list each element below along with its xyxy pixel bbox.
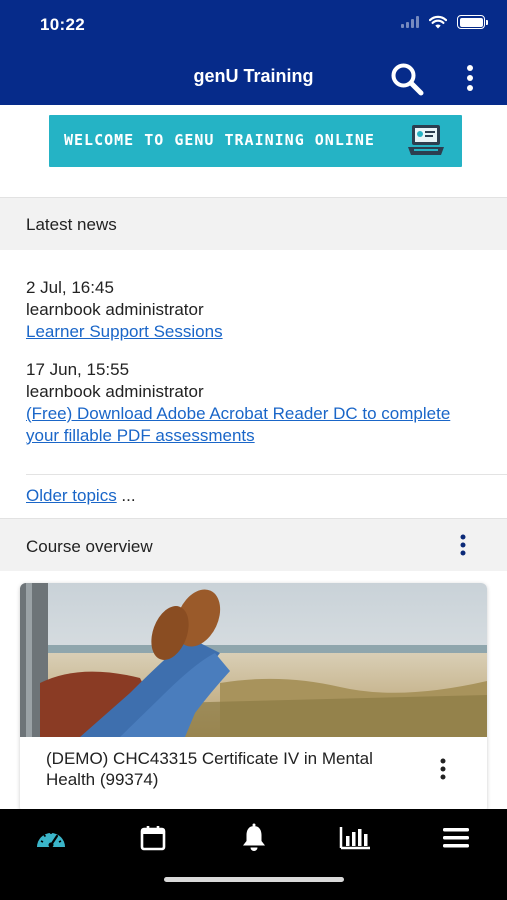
dashboard-icon xyxy=(37,832,65,848)
bottom-nav xyxy=(0,809,507,900)
signal-icon xyxy=(401,16,419,28)
latest-news-header: Latest news xyxy=(0,197,507,250)
kebab-menu-icon xyxy=(467,65,473,91)
nav-notifications[interactable] xyxy=(234,823,274,853)
latest-news-title: Latest news xyxy=(26,215,117,234)
laptop-icon xyxy=(408,125,444,155)
course-image xyxy=(20,583,487,737)
menu-icon xyxy=(443,828,469,848)
status-icons xyxy=(401,15,488,29)
more-options-button[interactable] xyxy=(458,62,482,94)
wifi-icon xyxy=(429,15,447,29)
older-topics: Older topics ... xyxy=(26,486,136,506)
news-date: 17 Jun, 15:55 xyxy=(26,360,130,379)
welcome-banner: WELCOME TO GENU TRAINING ONLINE xyxy=(49,115,462,167)
news-author: learnbook administrator xyxy=(26,300,204,319)
nav-calendar[interactable] xyxy=(133,823,173,853)
news-item: 17 Jun, 15:55 learnbook administrator (F… xyxy=(26,359,476,447)
search-button[interactable] xyxy=(388,60,426,98)
news-date: 2 Jul, 16:45 xyxy=(26,278,114,297)
app-title: genU Training xyxy=(193,66,314,86)
course-card[interactable]: (DEMO) CHC43315 Certificate IV in Mental… xyxy=(20,583,487,813)
news-item: 2 Jul, 16:45 learnbook administrator Lea… xyxy=(26,277,466,343)
home-indicator[interactable] xyxy=(164,877,344,882)
bell-icon xyxy=(243,823,265,851)
course-overview-options-button[interactable] xyxy=(452,533,474,557)
status-time: 10:22 xyxy=(40,15,85,34)
kebab-menu-icon xyxy=(440,758,446,780)
calendar-icon xyxy=(140,826,166,851)
older-topics-ellipsis: ... xyxy=(116,486,136,505)
app-header: 10:22 genU Training xyxy=(0,0,507,105)
banner-text: WELCOME TO GENU TRAINING ONLINE xyxy=(64,131,375,149)
news-link[interactable]: Learner Support Sessions xyxy=(26,321,466,343)
nav-more[interactable] xyxy=(436,823,476,853)
search-icon xyxy=(391,63,424,96)
status-bar: 10:22 xyxy=(0,0,507,52)
grades-chart-icon xyxy=(339,827,370,850)
battery-icon xyxy=(457,15,488,29)
course-overview-title: Course overview xyxy=(26,537,153,556)
news-link[interactable]: (Free) Download Adobe Acrobat Reader DC … xyxy=(26,403,476,447)
course-options-button[interactable] xyxy=(432,757,454,781)
course-name[interactable]: (DEMO) CHC43315 Certificate IV in Mental… xyxy=(46,748,416,790)
nav-grades[interactable] xyxy=(335,823,375,853)
divider xyxy=(26,474,507,475)
news-author: learnbook administrator xyxy=(26,382,204,401)
course-overview-header: Course overview xyxy=(0,518,507,571)
kebab-menu-icon xyxy=(460,534,466,556)
older-topics-link[interactable]: Older topics xyxy=(26,486,117,505)
nav-dashboard[interactable] xyxy=(31,823,71,853)
